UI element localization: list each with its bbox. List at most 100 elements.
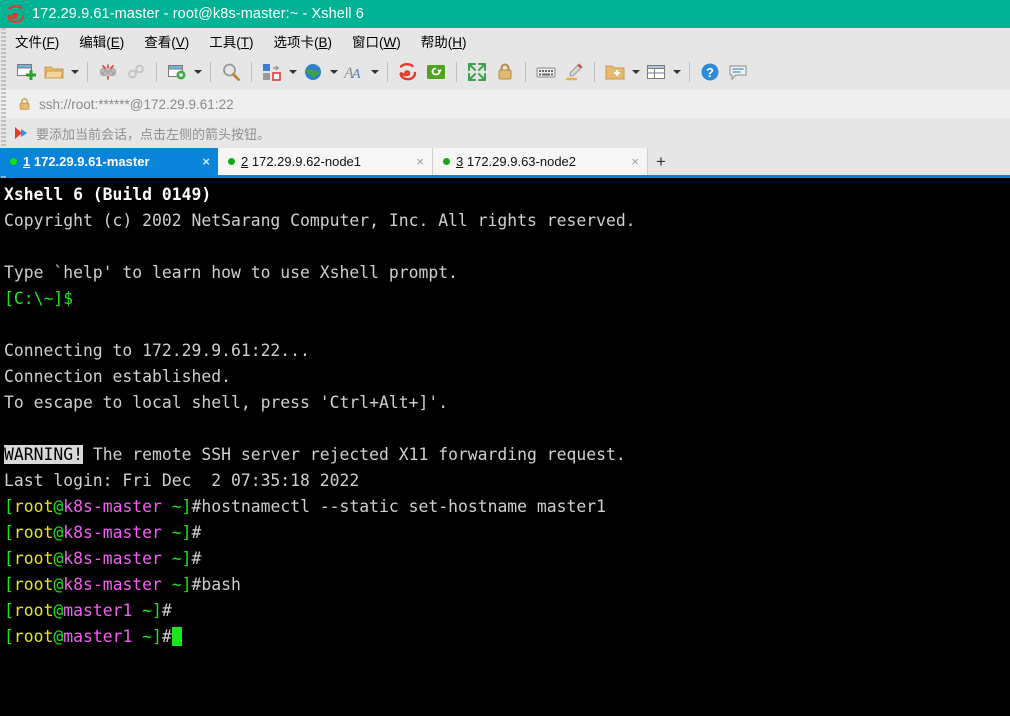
globe-icon[interactable] xyxy=(299,58,327,86)
tab-label: 3 172.29.9.63-node2 xyxy=(456,154,577,169)
terminal-text: root xyxy=(13,601,54,620)
tab-label: 1 172.29.9.61-master xyxy=(23,154,150,169)
terminal-text: ~] xyxy=(132,627,162,646)
red-arrow-icon xyxy=(15,127,27,139)
terminal-text: ~] xyxy=(161,523,192,542)
lock-icon[interactable] xyxy=(491,58,519,86)
globe-dropdown-arrow[interactable] xyxy=(327,58,340,86)
terminal-text: root xyxy=(13,549,54,568)
xshell-window: 172.29.9.61-master - root@k8s-master:~ -… xyxy=(0,0,1010,716)
help-icon[interactable]: ? xyxy=(696,58,724,86)
menu-item-file[interactable]: 文件(F) xyxy=(15,31,59,51)
menu-item-tools[interactable]: 工具(T) xyxy=(209,31,253,51)
terminal-text: k8s-master xyxy=(63,549,162,568)
split-view-icon[interactable] xyxy=(642,58,670,86)
terminal-text: ~] xyxy=(161,497,192,516)
terminal-text: # xyxy=(191,523,202,542)
highlight-pen-icon[interactable] xyxy=(560,58,588,86)
hint-text: 要添加当前会话，点击左侧的箭头按钮。 xyxy=(36,126,271,142)
terminal-text: master1 xyxy=(63,627,133,646)
toolbar-separator xyxy=(594,62,595,82)
terminal-text: ~] xyxy=(161,575,192,594)
terminal-text: [C:\~]$ xyxy=(4,289,74,308)
tab-close-icon[interactable]: × xyxy=(416,155,424,168)
terminal-text: #hostnamectl --static set-hostname maste… xyxy=(191,497,606,516)
fullscreen-icon[interactable] xyxy=(463,58,491,86)
terminal-text: @ xyxy=(53,601,64,620)
font-dropdown-arrow[interactable] xyxy=(368,58,381,86)
terminal-text: [ xyxy=(4,601,14,620)
tab-172.29.9.61-master[interactable]: 1 172.29.9.61-master × xyxy=(0,148,218,175)
terminal-text: ~] xyxy=(132,601,162,620)
add-folder-dropdown-arrow[interactable] xyxy=(629,58,642,86)
open-folder-icon[interactable] xyxy=(40,58,68,86)
terminal-text: [ xyxy=(4,549,14,568)
tab-bar: 1 172.29.9.61-master × 2 172.29.9.62-nod… xyxy=(0,148,1010,175)
terminal-text: k8s-master xyxy=(63,523,162,542)
terminal-text: root xyxy=(13,523,54,542)
terminal-text: ~] xyxy=(161,549,192,568)
disconnect-icon[interactable] xyxy=(94,58,122,86)
address-bar[interactable]: ssh://root:******@172.29.9.61:22 xyxy=(0,90,1010,118)
tab-status-dot xyxy=(10,158,17,165)
layout-transfer-dropdown-arrow[interactable] xyxy=(286,58,299,86)
terminal-text: k8s-master xyxy=(63,497,162,516)
keyboard-icon[interactable] xyxy=(532,58,560,86)
terminal-text: master1 xyxy=(63,601,133,620)
menu-item-window[interactable]: 窗口(W) xyxy=(352,31,401,51)
terminal-text: Last login: Fri Dec 2 07:35:18 2022 xyxy=(4,471,360,490)
terminal-line: [root@master1 ~]# xyxy=(4,624,1010,650)
lock-icon xyxy=(19,98,30,110)
terminal-text: Type `help' to learn how to use Xshell p… xyxy=(4,263,458,282)
address-value: ssh://root:******@172.29.9.61:22 xyxy=(39,96,234,112)
tab-172.29.9.63-node2[interactable]: 3 172.29.9.63-node2 × xyxy=(433,148,648,175)
layout-transfer-icon[interactable] xyxy=(258,58,286,86)
terminal-output[interactable]: Xshell 6 (Build 0149) Copyright (c) 2002 … xyxy=(0,178,1010,716)
terminal-line: Connection established. xyxy=(4,364,1010,390)
split-view-dropdown-arrow[interactable] xyxy=(670,58,683,86)
reconnect-icon[interactable] xyxy=(122,58,150,86)
terminal-line: [root@k8s-master ~]# xyxy=(4,520,1010,546)
terminal-text: k8s-master xyxy=(63,575,162,594)
terminal-text: # xyxy=(191,549,202,568)
add-folder-icon[interactable] xyxy=(601,58,629,86)
window-title: 172.29.9.61-master - root@k8s-master:~ -… xyxy=(32,6,364,22)
title-bar: 172.29.9.61-master - root@k8s-master:~ -… xyxy=(0,0,1010,28)
terminal-line: Type `help' to learn how to use Xshell p… xyxy=(4,260,1010,286)
font-icon[interactable]: A A xyxy=(340,58,368,86)
toolbar-separator xyxy=(456,62,457,82)
open-folder-dropdown-arrow[interactable] xyxy=(68,58,81,86)
toolbar-separator xyxy=(525,62,526,82)
terminal-line: [root@k8s-master ~]#hostnamectl --static… xyxy=(4,494,1010,520)
session-properties-icon[interactable] xyxy=(163,58,191,86)
menu-item-view[interactable]: 查看(V) xyxy=(144,31,189,51)
terminal-text: @ xyxy=(53,549,64,568)
xshell-spiral-logo-icon xyxy=(7,5,25,24)
terminal-text: Connection established. xyxy=(4,367,231,386)
new-session-icon[interactable] xyxy=(12,58,40,86)
terminal-text: # xyxy=(161,601,172,620)
tab-172.29.9.62-node1[interactable]: 2 172.29.9.62-node1 × xyxy=(218,148,433,175)
terminal-text: @ xyxy=(53,627,64,646)
menu-item-help[interactable]: 帮助(H) xyxy=(421,31,467,51)
find-icon[interactable] xyxy=(217,58,245,86)
tab-close-icon[interactable]: × xyxy=(202,155,210,168)
session-properties-dropdown-arrow[interactable] xyxy=(191,58,204,86)
new-tab-button[interactable]: + xyxy=(648,148,674,175)
tab-close-icon[interactable]: × xyxy=(631,155,639,168)
terminal-text: root xyxy=(13,575,54,594)
menu-item-edit[interactable]: 编辑(E) xyxy=(79,31,124,51)
terminal-line: [root@k8s-master ~]#bash xyxy=(4,572,1010,598)
svg-text:A: A xyxy=(351,67,361,82)
tab-status-dot xyxy=(443,158,450,165)
terminal-text: #bash xyxy=(191,575,241,594)
chat-icon[interactable] xyxy=(724,58,752,86)
terminal-text: # xyxy=(161,627,172,646)
menu-item-tabs[interactable]: 选项卡(B) xyxy=(274,31,333,51)
xftp-icon[interactable] xyxy=(422,58,450,86)
xshell-logo-icon[interactable] xyxy=(394,58,422,86)
toolbar-separator xyxy=(87,62,88,82)
toolbar-separator xyxy=(251,62,252,82)
